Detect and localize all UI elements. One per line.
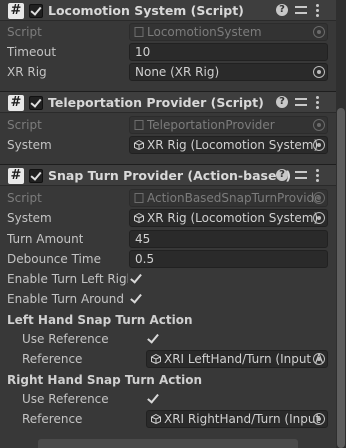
field-row-script: Script LocomotionSystem [0, 22, 336, 42]
field-value: ActionBasedSnapTurnProvide [147, 191, 322, 205]
object-picker-icon[interactable] [313, 353, 325, 365]
field-value: XRI LeftHand/Turn (Input A [164, 352, 324, 366]
help-icon[interactable]: ? [276, 169, 288, 181]
field-label: Enable Turn Left Righ [7, 272, 128, 286]
script-field[interactable]: ActionBasedSnapTurnProvide [129, 189, 328, 207]
field-row-system: System XR Rig (Locomotion System) [0, 135, 336, 155]
field-label: System [7, 138, 52, 152]
field-label: Debounce Time [7, 252, 101, 266]
left-use-reference-checkbox[interactable] [146, 332, 160, 346]
debounce-time-input[interactable]: 0.5 [129, 250, 328, 268]
field-label: Turn Amount [7, 232, 84, 246]
xr-rig-object-field[interactable]: None (XR Rig) [129, 63, 328, 81]
timeout-input[interactable]: 10 [129, 43, 328, 61]
input-action-icon [151, 414, 161, 424]
component-title: Locomotion System (Script) [48, 3, 244, 18]
field-label: Script [7, 118, 42, 132]
preset-icon[interactable] [294, 95, 308, 109]
field-value: XRI RightHand/Turn (Input [164, 412, 321, 426]
script-file-icon [134, 193, 144, 203]
field-row-use-reference: Use Reference [0, 329, 336, 349]
field-label: System [7, 211, 52, 225]
script-file-icon [134, 27, 144, 37]
section-heading-left-hand: Left Hand Snap Turn Action [0, 310, 336, 330]
context-menu-icon[interactable] [316, 168, 320, 184]
field-row-enable-turn-around: Enable Turn Around [0, 289, 336, 309]
field-value: TeleportationProvider [147, 118, 275, 132]
field-row-system: System XR Rig (Locomotion System) [0, 208, 336, 228]
script-icon: # [8, 95, 24, 111]
field-value: XR Rig (Locomotion System) [147, 138, 319, 152]
field-label: Use Reference [22, 332, 109, 346]
component-header-snap-turn-provider[interactable]: # Snap Turn Provider (Action-based) ? [0, 164, 336, 186]
object-picker-icon[interactable] [313, 139, 325, 151]
field-value: None (XR Rig) [135, 65, 220, 79]
turn-amount-input[interactable]: 45 [129, 230, 328, 248]
right-reference-object-field[interactable]: XRI RightHand/Turn (Input [146, 410, 328, 428]
left-reference-object-field[interactable]: XRI LeftHand/Turn (Input A [146, 350, 328, 368]
context-menu-icon[interactable] [316, 95, 320, 111]
scrollbar-thumb[interactable] [337, 108, 345, 448]
field-label: Enable Turn Around [7, 292, 124, 306]
script-file-icon [134, 120, 144, 130]
scrollbar[interactable] [336, 0, 346, 448]
component-title: Teleportation Provider (Script) [48, 95, 264, 110]
system-object-field[interactable]: XR Rig (Locomotion System) [129, 209, 328, 227]
field-label: Script [7, 25, 42, 39]
component-enabled-checkbox[interactable] [29, 4, 43, 18]
field-row-use-reference: Use Reference [0, 389, 336, 409]
section-heading: Right Hand Snap Turn Action [7, 373, 202, 387]
field-value: LocomotionSystem [147, 25, 262, 39]
field-label: Script [7, 191, 42, 205]
field-row-script: Script TeleportationProvider [0, 115, 336, 135]
enable-turn-left-right-checkbox[interactable] [129, 272, 143, 286]
preset-icon[interactable] [294, 3, 308, 17]
component-header-teleportation-provider[interactable]: # Teleportation Provider (Script) ? [0, 91, 336, 113]
object-picker-icon[interactable] [313, 413, 325, 425]
field-label: XR Rig [7, 65, 47, 79]
field-row-debounce-time: Debounce Time 0.5 [0, 249, 336, 269]
field-row-script: Script ActionBasedSnapTurnProvide [0, 188, 336, 208]
field-label: Reference [22, 412, 83, 426]
section-heading-right-hand: Right Hand Snap Turn Action [0, 370, 336, 390]
object-picker-icon[interactable] [313, 119, 325, 131]
preset-icon[interactable] [294, 168, 308, 182]
component-title: Snap Turn Provider (Action-based) [48, 168, 292, 183]
object-picker-icon[interactable] [313, 66, 325, 78]
field-label: Use Reference [22, 392, 109, 406]
field-row-enable-turn-left-right: Enable Turn Left Righ [0, 269, 336, 289]
object-picker-icon[interactable] [313, 192, 325, 204]
field-label: Timeout [7, 45, 57, 59]
field-row-reference: Reference XRI RightHand/Turn (Input [0, 409, 336, 429]
component-header-locomotion-system[interactable]: # Locomotion System (Script) ? [0, 0, 336, 21]
object-picker-icon[interactable] [313, 212, 325, 224]
inspector-panel: # Locomotion System (Script) ? Script Lo… [0, 0, 336, 448]
right-use-reference-checkbox[interactable] [146, 392, 160, 406]
field-row-turn-amount: Turn Amount 45 [0, 229, 336, 249]
help-icon[interactable]: ? [276, 96, 288, 108]
field-row-xr-rig: XR Rig None (XR Rig) [0, 62, 336, 82]
script-icon: # [8, 3, 24, 19]
input-action-icon [151, 354, 161, 364]
object-picker-icon[interactable] [313, 26, 325, 38]
component-enabled-checkbox[interactable] [29, 169, 43, 183]
field-row-reference: Reference XRI LeftHand/Turn (Input A [0, 349, 336, 369]
section-heading: Left Hand Snap Turn Action [7, 313, 193, 327]
script-field[interactable]: TeleportationProvider [129, 116, 328, 134]
script-icon: # [8, 168, 24, 184]
script-field[interactable]: LocomotionSystem [129, 23, 328, 41]
field-row-timeout: Timeout 10 [0, 42, 336, 62]
system-object-field[interactable]: XR Rig (Locomotion System) [129, 136, 328, 154]
help-icon[interactable]: ? [276, 4, 288, 16]
field-value: XR Rig (Locomotion System) [147, 211, 319, 225]
game-object-icon [134, 140, 144, 150]
field-label: Reference [22, 352, 83, 366]
component-enabled-checkbox[interactable] [29, 96, 43, 110]
context-menu-icon[interactable] [316, 3, 320, 19]
game-object-icon [134, 213, 144, 223]
enable-turn-around-checkbox[interactable] [129, 292, 143, 306]
add-component-button[interactable] [38, 439, 298, 448]
